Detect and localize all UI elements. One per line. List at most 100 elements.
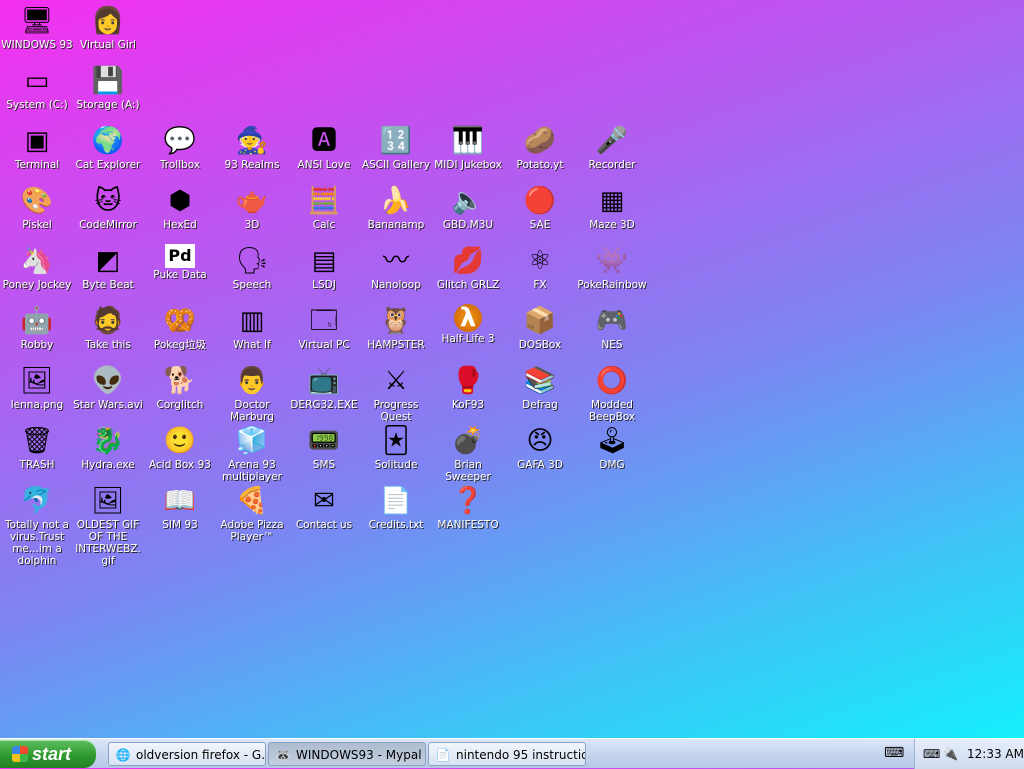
desktop-icon-system-c[interactable]: ▭ System (C:) <box>1 64 73 111</box>
desktop-icon-arena-93[interactable]: 🧊 Arena 93 multiplayer <box>216 424 288 483</box>
desktop-icon-acid-box-93[interactable]: 🙂 Acid Box 93 <box>144 424 216 471</box>
maze-icon: ▦ <box>599 186 625 216</box>
desktop-icon-nes[interactable]: 🎮 NES <box>576 304 648 351</box>
desktop-icon-robby[interactable]: 🤖 Robby <box>1 304 73 351</box>
desktop-icon-fx[interactable]: ⚛ FX <box>504 244 576 291</box>
desktop-icon-half-life-3[interactable]: λ Half-Life 3 <box>432 304 504 345</box>
desktop-icon-lenna-png[interactable]: 🖼 lenna.png <box>1 364 73 411</box>
desktop[interactable]: 🖥 WINDOWS 93 👩 Virtual Girl ▭ System (C:) 💾… <box>0 0 1024 738</box>
desktop-icon-credits[interactable]: 📄 Credits.txt <box>360 484 432 531</box>
desktop-icon-label: System (C:) <box>6 99 68 111</box>
desktop-icon-ascii-gallery[interactable]: 🔢 ASCII Gallery <box>360 124 432 171</box>
desktop-icon-storage-a[interactable]: 💾 Storage (A:) <box>72 64 144 111</box>
calculator-icon: 🧮 <box>307 186 341 216</box>
desktop-icon-take-this[interactable]: 🧔 Take this <box>72 304 144 351</box>
envelope-icon: ✉ <box>313 486 335 516</box>
corgi-icon: 🐕 <box>163 366 197 396</box>
desktop-icon-label: Corglitch <box>156 399 204 411</box>
desktop-icon-defrag[interactable]: 📚 Defrag <box>504 364 576 411</box>
desktop-icon-cat-explorer[interactable]: 🌍 Cat Explorer <box>72 124 144 171</box>
mypal-icon: 🦝 <box>275 748 291 762</box>
desktop-icon-pokerainbow[interactable]: 👾 PokeRainbow <box>576 244 648 291</box>
banana-icon: 🍌 <box>379 186 413 216</box>
desktop-icon-contact-us[interactable]: ✉ Contact us <box>288 484 360 531</box>
desktop-icon-label: 3D <box>244 219 260 231</box>
desktop-icon-recorder[interactable]: 🎤 Recorder <box>576 124 648 171</box>
desktop-icon-label: Robby <box>20 339 54 351</box>
desktop-icon-trash[interactable]: 🗑 TRASH <box>1 424 73 471</box>
desktop-icon-modded-beepbox[interactable]: ⭕ Modded BeepBox <box>576 364 648 423</box>
desktop-icon-adobe-pizza-player[interactable]: 🍕 Adobe Pizza Player™ <box>216 484 288 543</box>
colored-cube-icon: 🧊 <box>235 426 269 456</box>
desktop-icon-solitude[interactable]: 🃏 Solitude <box>360 424 432 471</box>
desktop-icon-gbd-m3u[interactable]: 🔈 GBD.M3U <box>432 184 504 231</box>
desktop-icon-virtual-girl[interactable]: 👩 Virtual Girl <box>72 4 144 51</box>
desktop-icon-corglitch[interactable]: 🐕 Corglitch <box>144 364 216 411</box>
start-button[interactable]: start <box>0 740 96 768</box>
text-file-icon: 📄 <box>379 486 413 516</box>
gameboy-icon: 🕹 <box>595 426 629 456</box>
desktop-icon-byte-beat[interactable]: ◩ Byte Beat <box>72 244 144 291</box>
desktop-icon-potato[interactable]: 🥔 Potato.yt <box>504 124 576 171</box>
taskbar-button-nintendo95[interactable]: 📄 nintendo 95 instructio... <box>428 742 586 766</box>
desktop-icon-nanoloop[interactable]: 〰 Nanoloop <box>360 244 432 291</box>
desktop-icon-progress-quest[interactable]: ⚔ Progress Quest <box>360 364 432 423</box>
desktop-icon-dolphin[interactable]: 🐬 Totally not a virus.Trust me...im a dol… <box>1 484 73 567</box>
desktop-icon-sms[interactable]: 📟 SMS <box>288 424 360 471</box>
desktop-icon-kof93[interactable]: 🥊 KoF93 <box>432 364 504 411</box>
desktop-icon-label: GAFA 3D <box>517 459 563 471</box>
desktop-icon-midi-jukebox[interactable]: 🎹 MIDI Jukebox <box>432 124 504 171</box>
desktop-icon-sim-93[interactable]: 📖 SIM 93 <box>144 484 216 531</box>
desktop-icon-label: ASCII Gallery <box>361 159 431 171</box>
desktop-icon-poney-jockey[interactable]: 🦄 Poney Jockey <box>1 244 73 291</box>
desktop-icon-gafa-3d[interactable]: 😠 GAFA 3D <box>504 424 576 471</box>
desktop-icon-ansi-love[interactable]: 🅰 ANSI Love <box>288 124 360 171</box>
keyboard-layout-icon[interactable]: ⌨ <box>923 739 940 769</box>
desktop-icon-maze-3d[interactable]: ▦ Maze 3D <box>576 184 648 231</box>
desktop-icon-brian-sweeper[interactable]: 💣 Brian Sweeper <box>432 424 504 483</box>
keyboard-icon[interactable]: ⌨ <box>884 745 904 761</box>
desktop-icon-label: Adobe Pizza Player™ <box>220 519 284 543</box>
desktop-icon-what-if[interactable]: ▥ What If <box>216 304 288 351</box>
desktop-icon-pokeg[interactable]: 🥨 Pokeg垃圾 <box>144 304 216 351</box>
desktop-icon-piskel[interactable]: 🎨 Piskel <box>1 184 73 231</box>
taskbar-button-firefox[interactable]: 🌐 oldversion firefox - G... <box>108 742 266 766</box>
desktop-icon-hexed[interactable]: ⬢ HexEd <box>144 184 216 231</box>
desktop-icon-derg32[interactable]: 📺 DERG32.EXE <box>288 364 360 411</box>
desktop-icon-glitch-grlz[interactable]: 💋 Glitch GRLZ <box>432 244 504 291</box>
trash-icon: 🗑 <box>20 426 54 456</box>
desktop-icon-sae[interactable]: 🔴 SAE <box>504 184 576 231</box>
green-ring-icon: ⭕ <box>595 366 629 396</box>
desktop-icon-calc[interactable]: 🧮 Calc <box>288 184 360 231</box>
desktop-icon-93-realms[interactable]: 🧙 93 Realms <box>216 124 288 171</box>
desktop-icon-label: DOSBox <box>518 339 562 351</box>
clock[interactable]: 12:33 AM <box>967 739 1024 769</box>
desktop-icon-puke-data[interactable]: Pd Puke Data <box>144 244 216 281</box>
desktop-icon-bananamp[interactable]: 🍌 Bananamp <box>360 184 432 231</box>
potato-icon: 🥔 <box>523 126 557 156</box>
desktop-icon-hampster[interactable]: 🦉 HAMPSTER <box>360 304 432 351</box>
desktop-icon-virtual-pc[interactable]: 🗔 Virtual PC <box>288 304 360 351</box>
desktop-icon-lsdj[interactable]: ▤ LSDJ <box>288 244 360 291</box>
desktop-icon-trollbox[interactable]: 💬 Trollbox <box>144 124 216 171</box>
desktop-icon-label: Hydra.exe <box>81 459 135 471</box>
desktop-icon-oldest-gif[interactable]: 🖼 OLDEST GIF OF THE INTERWEBZ.gif <box>72 484 144 567</box>
desktop-icon-windows93[interactable]: 🖥 WINDOWS 93 <box>1 4 73 51</box>
power-plug-icon[interactable]: 🔌 <box>943 739 958 769</box>
pizza-icon: 🍕 <box>235 486 269 516</box>
desktop-icon-hydra[interactable]: 🐉 Hydra.exe <box>72 424 144 471</box>
desktop-icon-dmg[interactable]: 🕹 DMG <box>576 424 648 471</box>
desktop-icon-label: Pokeg垃圾 <box>153 339 207 351</box>
desktop-icon-label: Poney Jockey <box>2 279 72 291</box>
image-file-icon: 🖼 <box>20 366 54 396</box>
desktop-icon-star-wars[interactable]: 👽 Star Wars.avi <box>72 364 144 411</box>
desktop-icon-doctor-marburg[interactable]: 👨 Doctor Marburg <box>216 364 288 423</box>
desktop-icon-manifesto[interactable]: ❓ MANIFESTO <box>432 484 504 531</box>
desktop-icon-dosbox[interactable]: 📦 DOSBox <box>504 304 576 351</box>
numbers-icon: 🔢 <box>379 126 413 156</box>
desktop-icon-codemirror[interactable]: 🐱 CodeMirror <box>72 184 144 231</box>
desktop-icon-terminal[interactable]: ▣ Terminal <box>1 124 73 171</box>
desktop-icon-speech[interactable]: 🗣 Speech <box>216 244 288 291</box>
desktop-icon-3d[interactable]: 🫖 3D <box>216 184 288 231</box>
taskbar-button-windows93[interactable]: 🦝 WINDOWS93 - Mypal <box>268 742 426 766</box>
